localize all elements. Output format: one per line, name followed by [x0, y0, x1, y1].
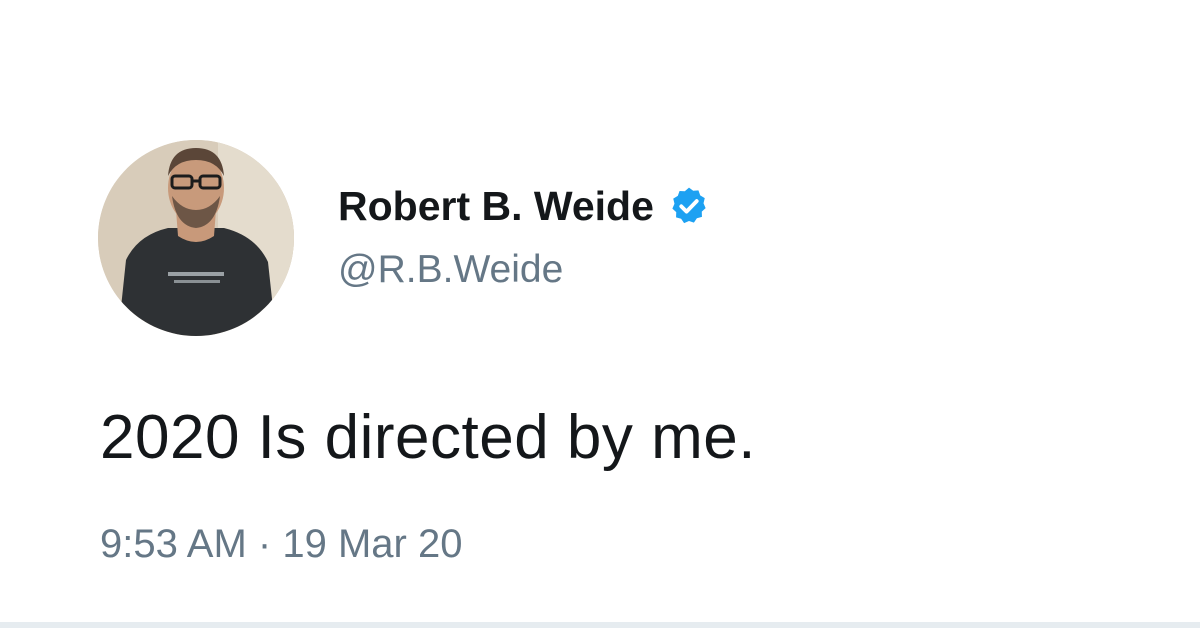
- author-display-name[interactable]: Robert B. Weide: [338, 183, 654, 230]
- author-handle[interactable]: @R.B.Weide: [338, 248, 710, 292]
- verified-badge-icon: [668, 185, 710, 227]
- tweet-time: 9:53 AM: [100, 522, 247, 566]
- bottom-divider: [0, 622, 1200, 628]
- tweet-card: Robert B. Weide @R.B.Weide 2020 Is direc…: [0, 0, 1200, 628]
- tweet-text: 2020 Is directed by me.: [100, 403, 756, 472]
- avatar-photo: [98, 140, 294, 336]
- tweet-date: 19 Mar 20: [282, 522, 463, 566]
- author-name-row: Robert B. Weide: [338, 176, 710, 236]
- tweet-timestamp[interactable]: 9:53 AM · 19 Mar 20: [100, 522, 462, 567]
- author-avatar[interactable]: [98, 140, 294, 336]
- author-info: Robert B. Weide @R.B.Weide: [338, 176, 710, 292]
- meta-separator: ·: [257, 522, 272, 566]
